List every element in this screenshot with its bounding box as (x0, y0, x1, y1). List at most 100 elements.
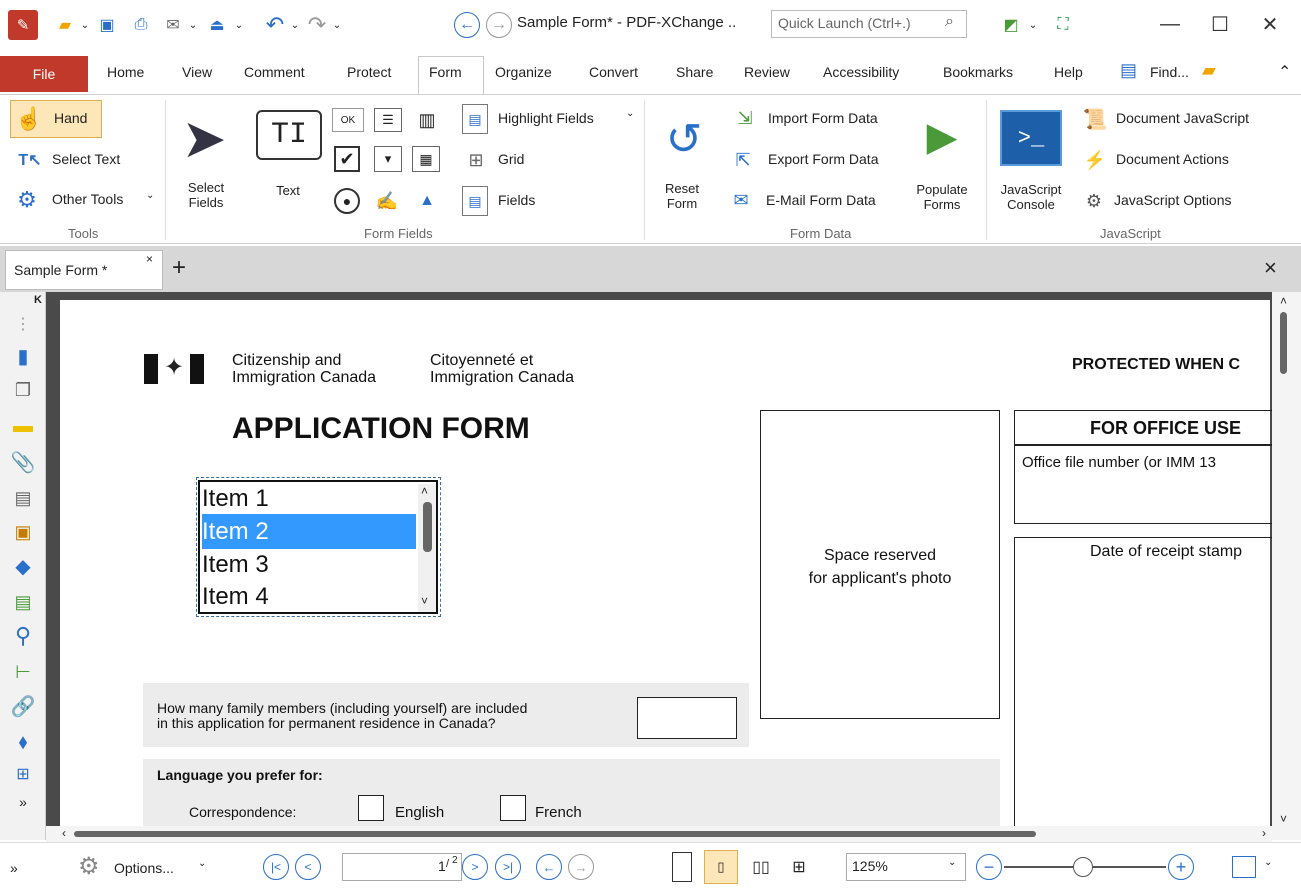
chevron-up-icon[interactable]: ˄ (421, 484, 428, 498)
collapse-ribbon-icon[interactable]: ⌃ (1278, 62, 1291, 82)
menu-view[interactable]: View (182, 64, 212, 80)
english-checkbox[interactable] (358, 795, 384, 821)
chevron-down-icon[interactable]: ⌄ (186, 10, 200, 40)
new-tab-icon[interactable]: + (172, 256, 186, 280)
form-fields-icon[interactable]: ▤ (11, 486, 35, 510)
page-view-icon[interactable] (1232, 856, 1256, 878)
chevron-up-icon[interactable]: ˄ (1280, 294, 1287, 308)
chevron-down-icon[interactable]: ⌄ (232, 10, 246, 40)
listbox-item[interactable]: Item 1 (202, 483, 416, 514)
menu-share[interactable]: Share (676, 64, 713, 80)
dropdown-field-icon[interactable]: ▾ (374, 146, 402, 172)
reset-form-button[interactable]: Reset Form (660, 181, 704, 211)
email-icon[interactable]: ✉ (160, 10, 186, 40)
highlight-fields-button[interactable]: Highlight Fields (498, 110, 594, 126)
expand-icon[interactable]: » (10, 860, 18, 876)
french-checkbox[interactable] (500, 795, 526, 821)
button-field-icon[interactable]: OK (332, 108, 364, 132)
menu-protect[interactable]: Protect (347, 64, 391, 80)
zoom-in-icon[interactable]: + (1168, 854, 1194, 880)
more-icon[interactable]: » (11, 790, 35, 814)
date-field-icon[interactable]: ▦ (412, 146, 440, 172)
close-document-icon[interactable]: × (1264, 256, 1277, 280)
zoom-out-icon[interactable]: − (976, 854, 1002, 880)
family-count-input[interactable] (637, 697, 737, 739)
forward-view-icon[interactable]: → (568, 854, 594, 880)
text-field-button[interactable]: Text (266, 183, 310, 198)
layers-icon[interactable]: ◆ (11, 554, 35, 578)
listbox-scroll-thumb[interactable] (423, 502, 432, 552)
links-icon[interactable]: 🔗 (11, 694, 36, 718)
signature-field-icon[interactable]: ✍ (372, 188, 402, 214)
grid-button[interactable]: Grid (498, 151, 524, 167)
javascript-console-button[interactable]: JavaScript Console (992, 182, 1070, 212)
zoom-slider-thumb[interactable] (1073, 857, 1093, 877)
options-button[interactable]: Options... (114, 860, 174, 876)
other-tools-button[interactable]: Other Tools (52, 191, 123, 207)
undo-icon[interactable]: ↶ (262, 10, 288, 40)
horizontal-scroll-thumb[interactable] (74, 831, 1036, 837)
collapse-sidebar-icon[interactable]: K (34, 294, 42, 306)
find-button[interactable]: Find... (1150, 64, 1189, 80)
fields-button[interactable]: Fields (498, 192, 535, 208)
image-field-icon[interactable]: ▲ (412, 188, 442, 214)
javascript-options-button[interactable]: JavaScript Options (1114, 192, 1232, 208)
document-actions-button[interactable]: Document Actions (1116, 151, 1229, 167)
chevron-right-icon[interactable]: › (1262, 826, 1266, 840)
signatures-icon[interactable]: ▣ (11, 520, 35, 544)
menu-convert[interactable]: Convert (589, 64, 638, 80)
two-pages-continuous-icon[interactable]: ⊞ (784, 852, 814, 882)
menu-review[interactable]: Review (744, 64, 790, 80)
save-icon[interactable]: ▣ (94, 10, 120, 40)
chevron-down-icon[interactable]: ⌄ (78, 10, 92, 40)
document-javascript-button[interactable]: Document JavaScript (1116, 110, 1249, 126)
menu-file[interactable]: File (0, 56, 88, 92)
fullscreen-icon[interactable]: ⛶ (1048, 10, 1078, 40)
bookmark-icon[interactable]: ▮ (11, 344, 35, 368)
next-page-icon[interactable]: > (462, 854, 488, 880)
radio-field-icon[interactable]: ● (334, 188, 360, 214)
vertical-scroll-thumb[interactable] (1280, 312, 1287, 374)
chevron-down-icon[interactable]: ˅ (1280, 812, 1287, 826)
single-page-icon[interactable] (672, 852, 692, 882)
select-fields-button[interactable]: Select Fields (178, 180, 234, 210)
menu-form[interactable]: Form (429, 64, 462, 80)
menu-organize[interactable]: Organize (495, 64, 552, 80)
tags-icon[interactable]: ⬧ (11, 730, 35, 754)
two-pages-icon[interactable]: ▯▯ (746, 852, 776, 882)
folder-search-icon[interactable]: ▰ (1202, 60, 1230, 84)
pages-icon[interactable]: ❐ (11, 378, 35, 402)
vertical-scrollbar[interactable] (1272, 292, 1301, 840)
chevron-left-icon[interactable]: ‹ (62, 826, 66, 840)
chevron-down-icon[interactable]: ⌄ (288, 10, 302, 40)
forward-icon[interactable]: → (486, 12, 512, 38)
previous-page-icon[interactable]: < (295, 854, 321, 880)
chevron-down-icon[interactable]: ˅ (421, 594, 428, 608)
list-field-icon[interactable]: ☰ (374, 108, 402, 132)
listbox-item[interactable]: Item 4 (202, 582, 416, 612)
last-page-icon[interactable]: >| (495, 854, 521, 880)
open-icon[interactable]: ▰ (52, 10, 78, 40)
layout-icon[interactable]: ⊞ (11, 762, 35, 786)
menu-help[interactable]: Help (1054, 64, 1083, 80)
comments-icon[interactable]: ▬ (11, 414, 35, 438)
import-form-data-button[interactable]: Import Form Data (768, 110, 878, 126)
close-tab-icon[interactable]: × (146, 252, 153, 266)
email-form-data-button[interactable]: E-Mail Form Data (766, 192, 876, 208)
menu-comment[interactable]: Comment (244, 64, 305, 80)
menu-bookmarks[interactable]: Bookmarks (943, 64, 1013, 80)
minimize-button[interactable]: — (1150, 8, 1190, 40)
close-button[interactable]: ✕ (1250, 8, 1290, 40)
print-icon[interactable]: ⎙ (128, 10, 154, 40)
menu-accessibility[interactable]: Accessibility (823, 64, 899, 80)
checkbox-field-icon[interactable]: ✔ (334, 146, 360, 172)
attachments-icon[interactable]: 📎 (11, 450, 36, 474)
plugin-icon[interactable]: ◩ (996, 10, 1026, 40)
redo-icon[interactable]: ↷ (304, 10, 330, 40)
quick-launch-input[interactable]: Quick Launch (Ctrl+.) (771, 10, 967, 38)
content-icon[interactable]: ▤ (11, 590, 35, 614)
listbox-item[interactable]: Item 3 (202, 549, 416, 580)
chevron-down-icon[interactable]: ⌄ (1026, 10, 1040, 40)
chevron-down-icon[interactable]: ⌄ (330, 10, 344, 40)
continuous-page-icon[interactable]: ▯ (704, 850, 738, 884)
